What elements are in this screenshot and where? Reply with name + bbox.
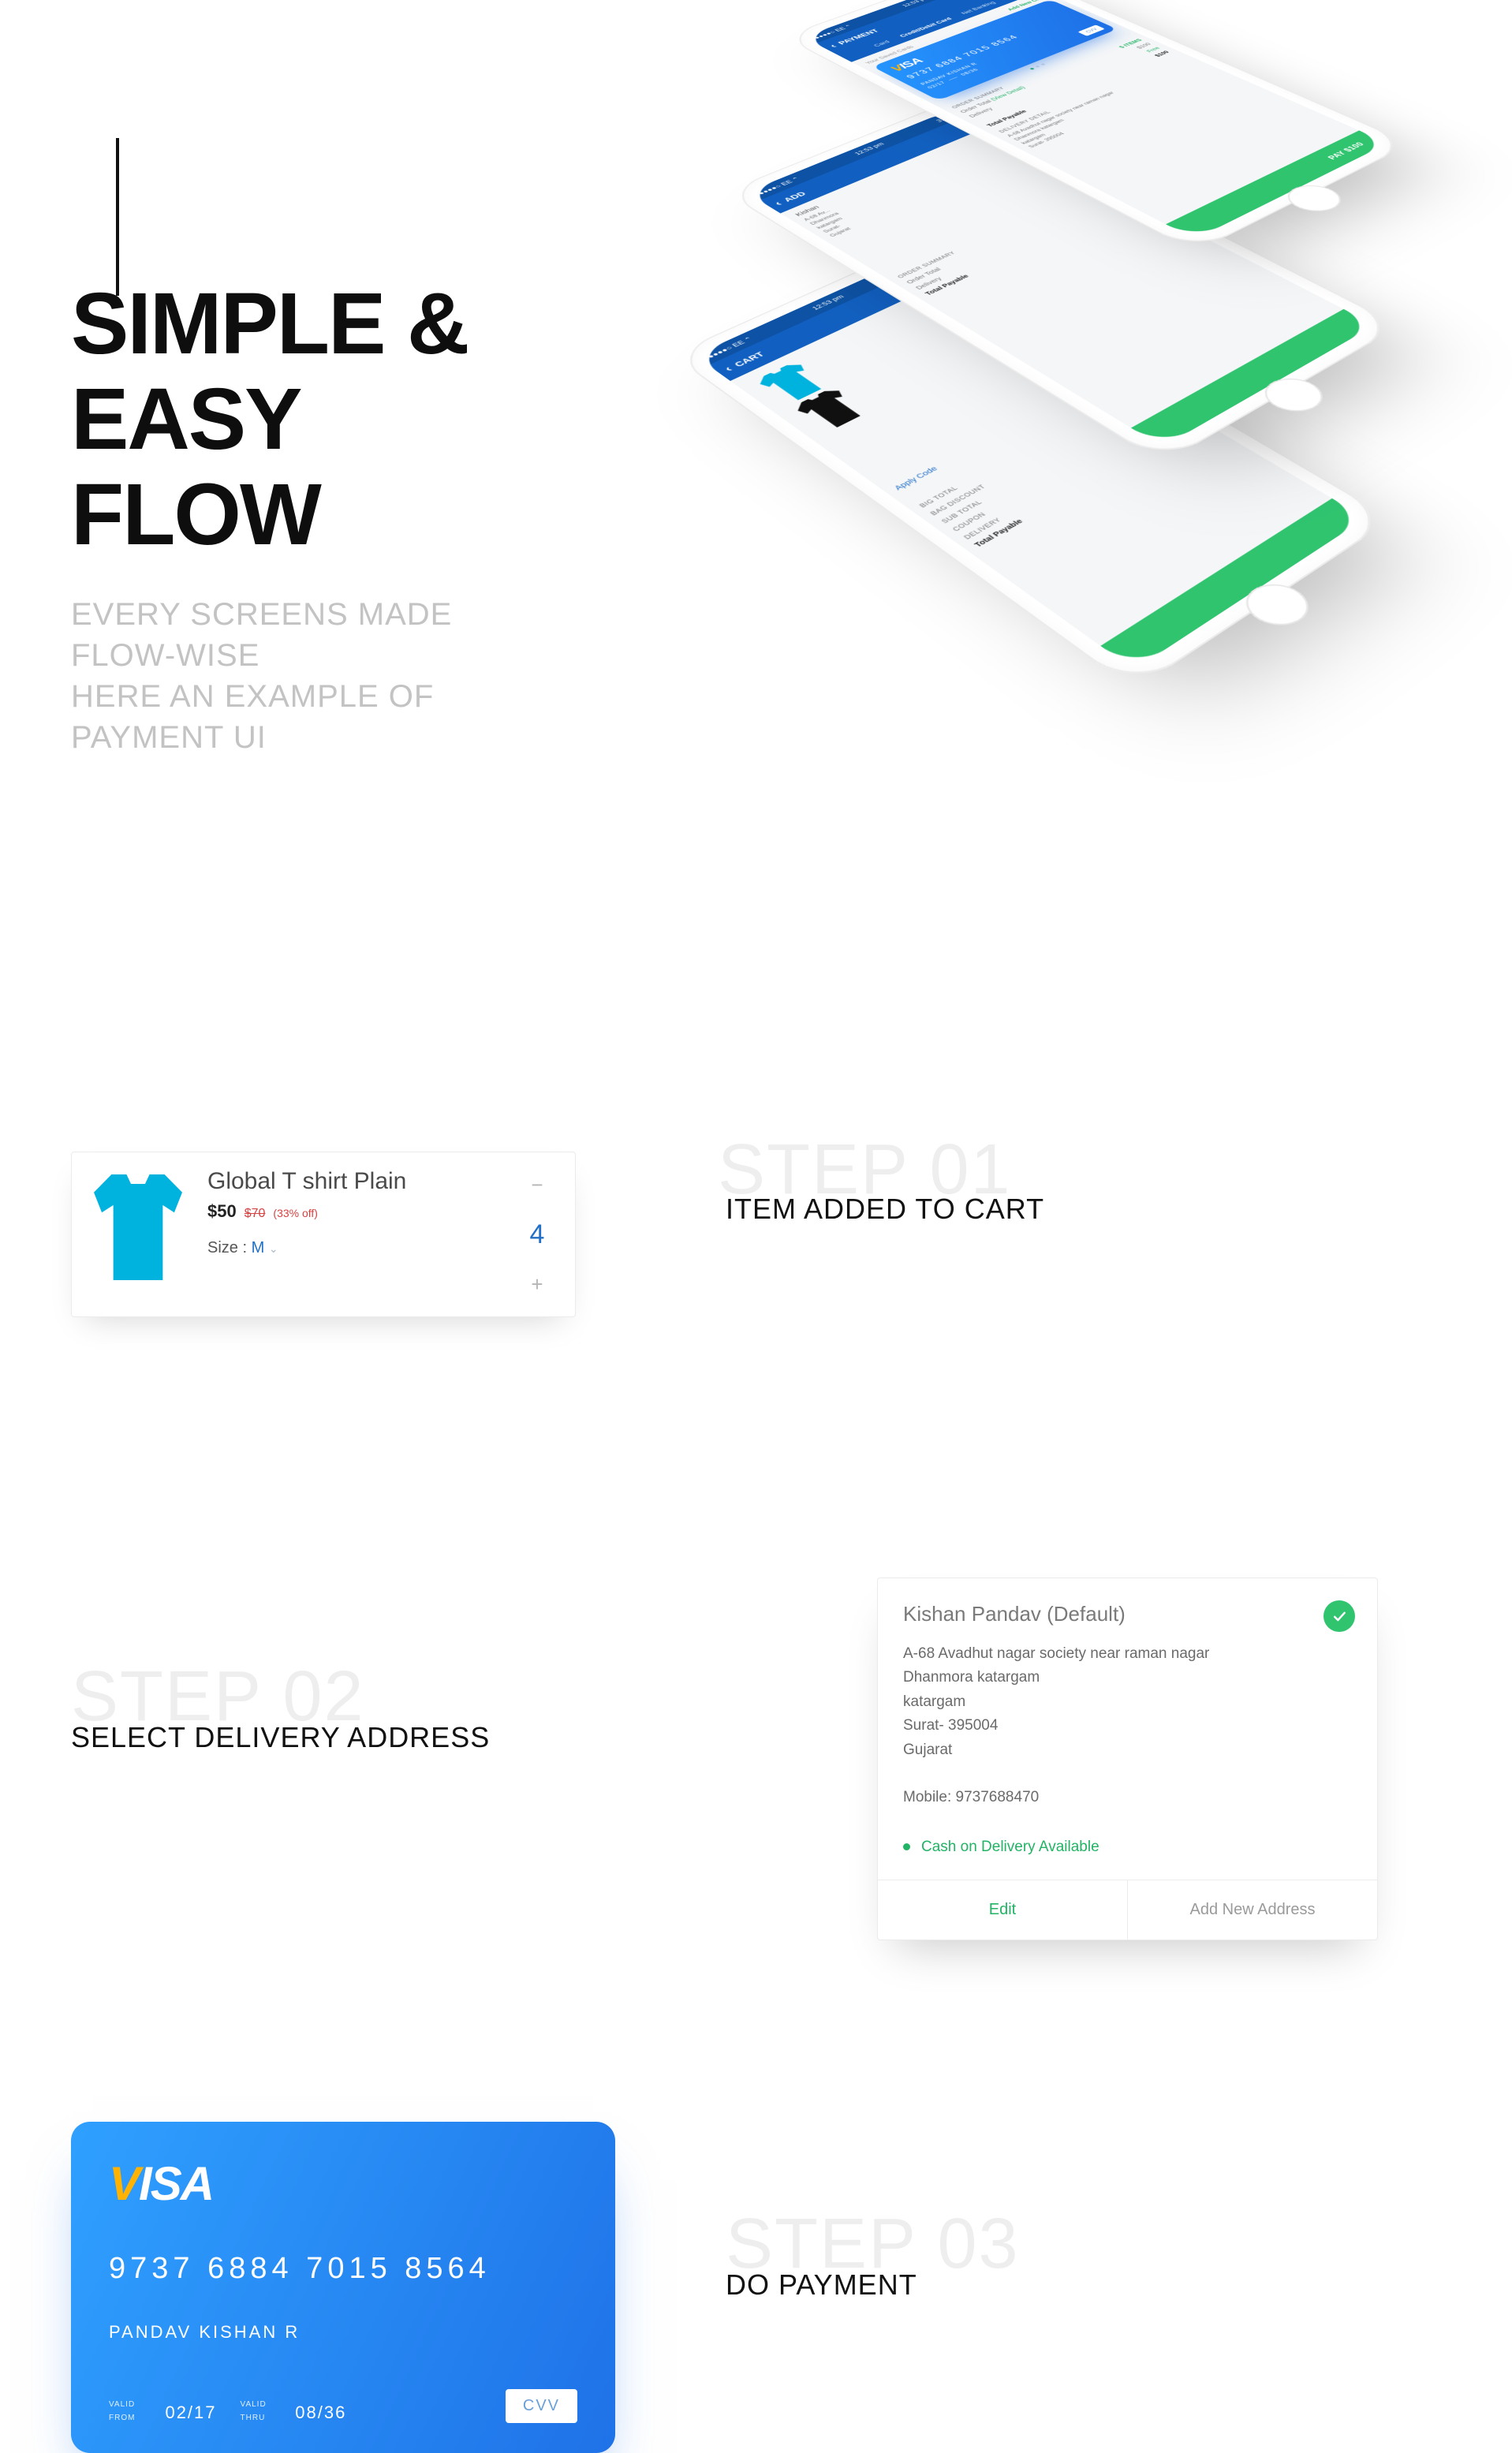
back-icon[interactable]: ‹ xyxy=(771,200,786,207)
address-name: Kishan Pandav (Default) xyxy=(903,1602,1352,1626)
old-price: $70 xyxy=(245,1207,266,1221)
hero-text-block: Simple & Easy Flow Every screens made fl… xyxy=(71,276,469,758)
continue-bar[interactable] xyxy=(1131,309,1375,447)
valid-from: 02/17 xyxy=(165,2403,216,2423)
back-icon[interactable]: ‹ xyxy=(721,364,736,374)
hero-sub-l2: flow-wise xyxy=(71,635,469,676)
address-card: Kishan Pandav (Default) A-68 Avadhut nag… xyxy=(877,1577,1378,1940)
card-number: 9737 6884 7015 8564 xyxy=(109,2252,577,2286)
visa-logo: VISA xyxy=(109,2156,577,2211)
payment-card: VISA 9737 6884 7015 8564 PANDAV KISHAN R… xyxy=(71,2122,615,2453)
selected-check-icon xyxy=(1323,1600,1355,1632)
cvv-input[interactable]: CVV xyxy=(506,2389,577,2423)
pay-button[interactable]: PAY $100 xyxy=(1166,130,1388,239)
tshirt-icon xyxy=(755,361,831,405)
hero-title-l3: Flow xyxy=(71,467,469,562)
qty-increase-button[interactable]: + xyxy=(531,1274,543,1294)
size-value[interactable]: M xyxy=(252,1239,265,1256)
product-image xyxy=(91,1168,185,1286)
tshirt-icon xyxy=(792,386,869,431)
step-2-label: Select Delivery Address xyxy=(71,1721,490,1754)
discount: (33% off) xyxy=(273,1207,318,1219)
continue-bar[interactable] xyxy=(1100,498,1365,670)
phone-mockup-stack: ●●●●○ EE ⌃12:53 pm31% ▮ ‹ CART Apply Cod… xyxy=(495,0,1480,1033)
cart-item-card: Global T shirt Plain $50 $70 (33% off) S… xyxy=(71,1152,576,1317)
back-icon[interactable]: ‹ xyxy=(827,43,840,49)
price: $50 xyxy=(207,1201,237,1222)
tab-card[interactable]: Card xyxy=(872,40,891,48)
navbar-title: ADD xyxy=(781,190,808,203)
valid-thru: 08/36 xyxy=(295,2403,346,2423)
hero-title-l1: Simple & xyxy=(71,276,469,371)
addr-mobile: Mobile: 9737688470 xyxy=(903,1786,1352,1809)
step-1-label: Item Added to Cart xyxy=(726,1193,1044,1226)
cod-available: Cash on Delivery Available xyxy=(903,1839,1352,1856)
edit-address-button[interactable]: Edit xyxy=(878,1880,1128,1940)
product-title: Global T shirt Plain xyxy=(207,1168,496,1195)
hero-accent-bar xyxy=(116,138,119,296)
size-label: Size : xyxy=(207,1239,247,1256)
addr-line: Dhanmora katargam xyxy=(903,1666,1352,1689)
valid-from-label: VALIDFROM xyxy=(109,2400,135,2422)
qty-value: 4 xyxy=(530,1219,545,1250)
addr-line: Gujarat xyxy=(903,1738,1352,1762)
navbar-title: CART xyxy=(732,350,767,368)
bullet-icon xyxy=(903,1843,910,1850)
step-3-label: Do Payment xyxy=(726,2268,917,2302)
addr-line: A-68 Avadhut nagar society near raman na… xyxy=(903,1642,1352,1666)
addr-line: Surat- 395004 xyxy=(903,1714,1352,1738)
addr-line: katargam xyxy=(903,1690,1352,1714)
hero-title-l2: Easy xyxy=(71,371,469,467)
add-address-button[interactable]: Add New Address xyxy=(1128,1880,1377,1940)
qty-decrease-button[interactable]: − xyxy=(531,1174,543,1195)
hero-sub-l4: payment UI xyxy=(71,717,469,758)
chevron-down-icon[interactable]: ⌄ xyxy=(269,1242,278,1255)
valid-thru-label: VALIDTHRU xyxy=(241,2400,267,2422)
card-name: PANDAV KISHAN R xyxy=(109,2322,577,2343)
hero-sub-l3: Here an example of xyxy=(71,676,469,717)
hero-sub-l1: Every screens made xyxy=(71,594,469,635)
